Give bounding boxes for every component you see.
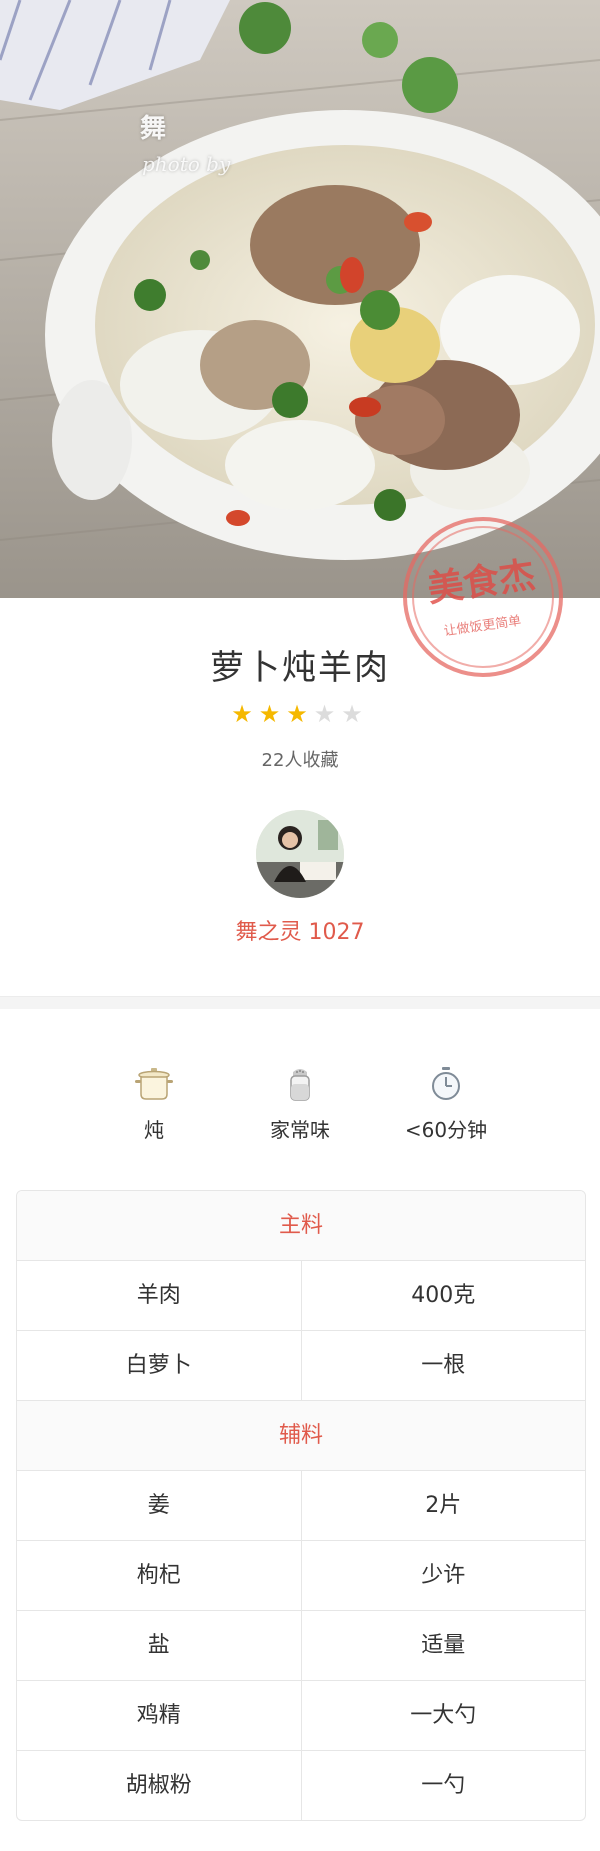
photo-watermark-mark: 舞 [140, 114, 167, 144]
ingredient-name: 鸡精 [136, 1703, 181, 1728]
recipe-hero-photo: 舞 photo by [0, 0, 600, 598]
ingredient-name: 胡椒粉 [125, 1773, 192, 1798]
ingredient-amount: 一大勺 [300, 1681, 586, 1750]
ingredient-name: 白萝卜 [125, 1353, 192, 1378]
section-divider [0, 996, 600, 1009]
time-label: <60分钟 [404, 1118, 488, 1142]
flavor-label: 家常味 [270, 1118, 330, 1142]
ingredient-amount: 一勺 [300, 1751, 586, 1820]
ingredient-amount: 少许 [300, 1541, 586, 1610]
table-row: 羊肉 400克 [17, 1261, 585, 1331]
favorites-count: 22人收藏 [261, 750, 339, 771]
pot-icon [84, 1066, 224, 1102]
svg-text:美食杰: 美食杰 [425, 554, 538, 611]
ingredient-amount: 400克 [300, 1261, 586, 1330]
star-empty-icon: ★ [341, 700, 369, 728]
info-time: <60分钟 [376, 1066, 516, 1143]
star-icon: ★ [258, 700, 287, 728]
ingredient-amount: 一根 [300, 1331, 586, 1400]
table-row: 枸杞 少许 [17, 1541, 585, 1611]
table-row: 鸡精 一大勺 [17, 1681, 585, 1751]
star-icon: ★ [286, 700, 314, 728]
rating-stars: ★★★★★ [0, 700, 600, 728]
info-cooking-method: 炖 [84, 1066, 224, 1143]
photo-watermark-text: photo by [142, 152, 231, 176]
ingredient-name: 羊肉 [136, 1283, 181, 1308]
author-avatar[interactable] [256, 810, 344, 898]
ingredient-name: 盐 [147, 1633, 170, 1658]
soup-bowl-illustration [0, 0, 600, 598]
table-row: 姜 2片 [17, 1471, 585, 1541]
star-empty-icon: ★ [313, 700, 342, 728]
ingredient-amount: 适量 [300, 1611, 586, 1680]
aux-ingredients-header: 辅料 [17, 1401, 585, 1471]
clock-icon [376, 1066, 516, 1102]
table-row: 盐 适量 [17, 1611, 585, 1681]
cooking-method-label: 炖 [144, 1118, 164, 1142]
ingredient-name: 枸杞 [136, 1563, 181, 1588]
seasoning-jar-icon [230, 1066, 370, 1102]
table-row: 白萝卜 一根 [17, 1331, 585, 1401]
ingredients-table: 主料 羊肉 400克 白萝卜 一根 辅料 姜 2片 枸杞 少许 盐 适量 鸡精 … [16, 1190, 586, 1821]
table-row: 胡椒粉 一勺 [17, 1751, 585, 1820]
info-flavor: 家常味 [230, 1066, 370, 1143]
svg-text:让做饭更简单: 让做饭更简单 [443, 613, 522, 640]
ingredient-name: 姜 [147, 1493, 170, 1518]
main-ingredients-header: 主料 [17, 1191, 585, 1261]
author-name-link[interactable]: 舞之灵 1027 [0, 914, 600, 946]
ingredient-amount: 2片 [300, 1471, 586, 1540]
recipe-title: 萝卜炖羊肉 [210, 648, 390, 688]
star-icon: ★ [231, 700, 259, 728]
